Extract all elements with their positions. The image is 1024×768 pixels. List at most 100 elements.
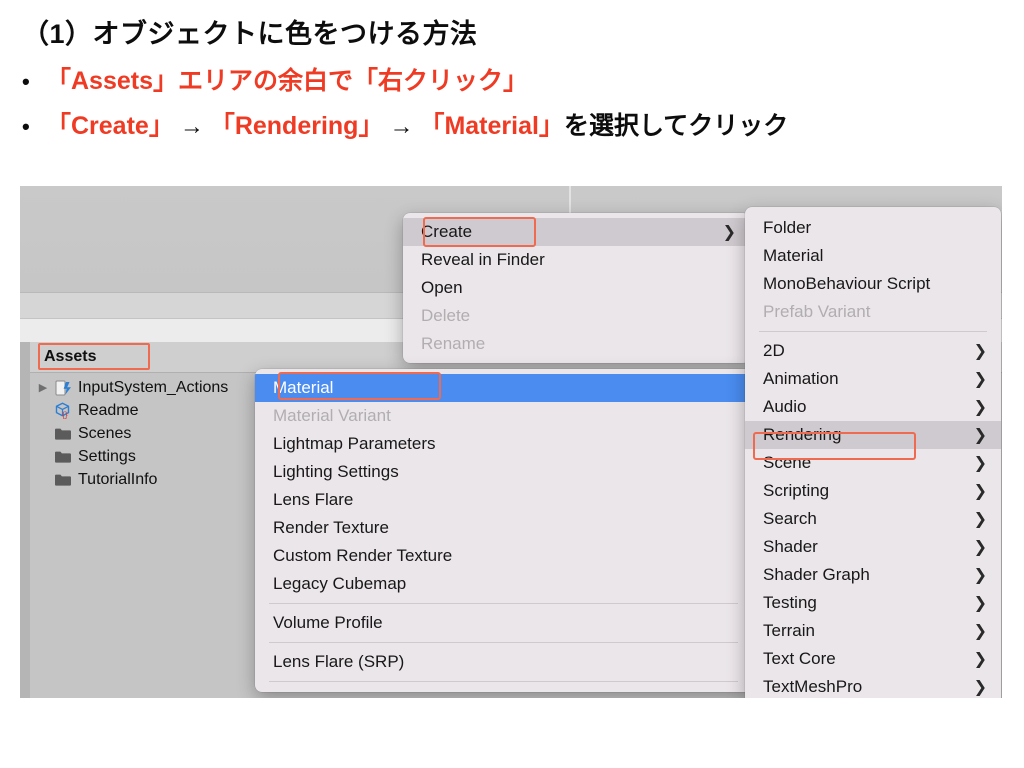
menu-item-create[interactable]: Create ❯ (403, 218, 750, 246)
bullet-2-create: 「Create」 (46, 112, 174, 140)
menu-item-shader[interactable]: Shader ❯ (745, 533, 1001, 561)
menu-item-animation[interactable]: Animation ❯ (745, 365, 1001, 393)
bullet-item-1: • 「Assets」エリアの余白で「右クリック」 (22, 61, 528, 97)
list-item-label: InputSystem_Actions (78, 378, 229, 396)
menu-item-label: Rendering (763, 425, 842, 444)
folder-icon (52, 425, 74, 443)
page-title: （1）オブジェクトに色をつける方法 (22, 19, 478, 49)
bullet-2-suffix: を選択してクリック (563, 112, 789, 140)
menu-item-testing[interactable]: Testing ❯ (745, 589, 1001, 617)
bullet-marker: • (22, 69, 30, 94)
chevron-right-icon: ❯ (973, 595, 987, 612)
chevron-right-icon: ❯ (973, 399, 987, 416)
menu-item-label: Prefab Variant (763, 302, 871, 321)
menu-item-lightmap-parameters[interactable]: Lightmap Parameters (255, 430, 752, 458)
chevron-right-icon: ❯ (973, 623, 987, 640)
menu-item-lighting-settings[interactable]: Lighting Settings (255, 458, 752, 486)
menu-item-shader-graph[interactable]: Shader Graph ❯ (745, 561, 1001, 589)
menu-item-label: Folder (763, 218, 812, 237)
menu-item-label: Lightmap Parameters (273, 434, 436, 453)
menu-separator (269, 681, 738, 682)
menu-item-material[interactable]: Material (745, 242, 1001, 270)
menu-item-label: Shader Graph (763, 565, 870, 584)
assets-context-menu[interactable]: Create ❯ Reveal in Finder Open Delete Re… (403, 213, 750, 363)
menu-item-textmeshpro[interactable]: TextMeshPro ❯ (745, 673, 1001, 698)
menu-item-label: Rename (421, 334, 486, 353)
menu-item-2d[interactable]: 2D ❯ (745, 337, 1001, 365)
bullet-marker: • (22, 114, 30, 139)
menu-item-label: Lens Flare (SRP) (273, 652, 405, 671)
menu-item-reveal-in-finder[interactable]: Reveal in Finder (403, 246, 750, 274)
folder-icon (52, 471, 74, 489)
chevron-right-icon: ❯ (973, 539, 987, 556)
menu-item-label: Create (421, 222, 473, 241)
menu-item-volume-profile[interactable]: Volume Profile (255, 609, 752, 637)
menu-item-label: Shader (763, 537, 818, 556)
rendering-submenu[interactable]: Material Material Variant Lightmap Param… (255, 369, 752, 692)
menu-item-label: Legacy Cubemap (273, 574, 407, 593)
menu-item-label: Scene (763, 453, 812, 472)
create-submenu[interactable]: Folder Material MonoBehaviour Script Pre… (745, 207, 1001, 698)
menu-item-material-variant: Material Variant (255, 402, 752, 430)
list-item-label: TutorialInfo (78, 470, 158, 488)
menu-item-label: Testing (763, 593, 817, 612)
menu-item-search[interactable]: Search ❯ (745, 505, 1001, 533)
chevron-right-icon: ❯ (973, 371, 987, 388)
menu-item-open[interactable]: Open (403, 274, 750, 302)
menu-item-label: Material (763, 246, 824, 265)
menu-item-label: Material Variant (273, 406, 391, 425)
menu-item-label: Volume Profile (273, 613, 383, 632)
menu-item-lens-flare-srp[interactable]: Lens Flare (SRP) (255, 648, 752, 676)
menu-item-label: Animation (763, 369, 839, 388)
folder-icon (52, 448, 74, 466)
menu-item-label: Lens Flare (273, 490, 354, 509)
readme-cube-icon: {} (52, 402, 74, 420)
menu-item-legacy-cubemap[interactable]: Legacy Cubemap (255, 570, 752, 598)
menu-item-lens-flare[interactable]: Lens Flare (255, 486, 752, 514)
menu-item-rename: Rename (403, 330, 750, 358)
chevron-right-icon: ❯ (973, 427, 987, 444)
menu-item-scene[interactable]: Scene ❯ (745, 449, 1001, 477)
input-actions-icon (52, 379, 74, 397)
menu-item-custom-render-texture[interactable]: Custom Render Texture (255, 542, 752, 570)
menu-item-label: Audio (763, 397, 807, 416)
menu-item-label: Material (273, 378, 334, 397)
project-panel-rail (20, 342, 30, 698)
menu-item-text-core[interactable]: Text Core ❯ (745, 645, 1001, 673)
bullet-1-text: 「Assets」エリアの余白で「右クリック」 (46, 67, 528, 95)
menu-item-prefab-variant: Prefab Variant (745, 298, 1001, 326)
arrow-glyph-1: → (179, 113, 204, 140)
chevron-right-icon: ❯ (973, 567, 987, 584)
chevron-right-icon: ❯ (722, 224, 736, 241)
menu-separator (759, 331, 987, 332)
chevron-right-icon: ❯ (973, 511, 987, 528)
chevron-right-icon: ❯ (973, 483, 987, 500)
menu-item-render-texture[interactable]: Render Texture (255, 514, 752, 542)
menu-item-label: Terrain (763, 621, 815, 640)
menu-item-label: Render Texture (273, 518, 389, 537)
menu-item-folder[interactable]: Folder (745, 214, 1001, 242)
arrow-glyph-2: → (389, 113, 414, 140)
chevron-right-icon: ❯ (973, 651, 987, 668)
chevron-right-icon: ❯ (973, 455, 987, 472)
menu-item-label: Reveal in Finder (421, 250, 545, 269)
svg-text:{}: {} (62, 411, 68, 419)
chevron-right-icon[interactable]: ▶ (34, 381, 52, 394)
menu-item-terrain[interactable]: Terrain ❯ (745, 617, 1001, 645)
menu-item-label: Lighting Settings (273, 462, 399, 481)
list-item-label: Scenes (78, 424, 132, 442)
menu-item-label: Open (421, 278, 463, 297)
menu-item-delete: Delete (403, 302, 750, 330)
menu-item-scripting[interactable]: Scripting ❯ (745, 477, 1001, 505)
menu-item-label: 2D (763, 341, 785, 360)
menu-item-label: Delete (421, 306, 471, 325)
menu-item-rendering[interactable]: Rendering ❯ (745, 421, 1001, 449)
menu-item-audio[interactable]: Audio ❯ (745, 393, 1001, 421)
list-item-label: Settings (78, 447, 136, 465)
menu-separator (269, 642, 738, 643)
menu-item-material[interactable]: Material (255, 374, 752, 402)
menu-item-monobehaviour-script[interactable]: MonoBehaviour Script (745, 270, 1001, 298)
chevron-right-icon: ❯ (973, 343, 987, 360)
list-item-label: Readme (78, 401, 139, 419)
bullet-2-material: 「Material」 (419, 112, 564, 140)
